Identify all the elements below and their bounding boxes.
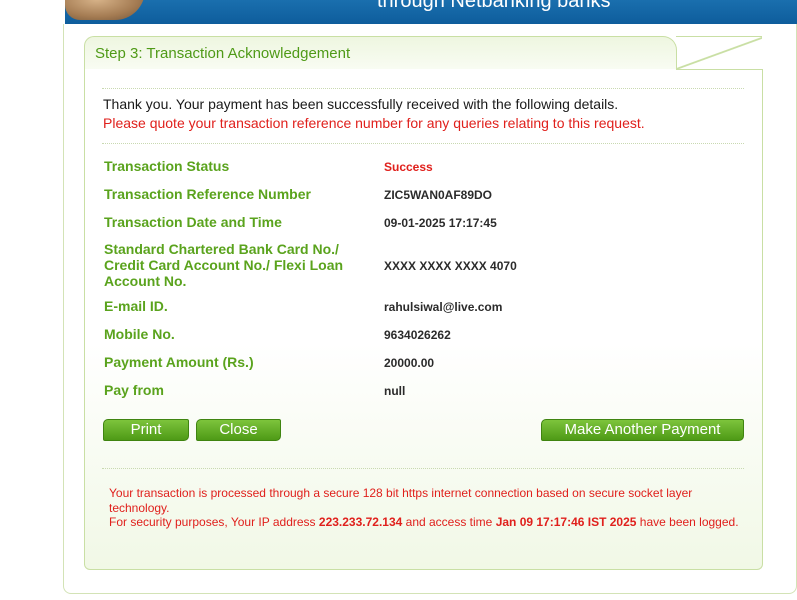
detail-label-mobile: Mobile No. [104,326,175,342]
step-tab: Step 3: Transaction Acknowledgement [84,36,677,70]
banner-image [65,0,145,20]
detail-value-pay-from: null [384,384,406,398]
detail-label-email: E-mail ID. [104,298,168,314]
detail-value-email: rahulsiwal@live.com [384,300,503,314]
header-banner: through Netbanking banks [65,0,797,24]
security-note-prefix: For security purposes, Your IP address [109,515,319,529]
close-button[interactable]: Close [196,419,281,441]
detail-value-card-number: XXXX XXXX XXXX 4070 [384,259,517,273]
divider [102,468,744,469]
detail-label-payment-amount: Payment Amount (Rs.) [104,354,254,370]
step-title: Step 3: Transaction Acknowledgement [95,45,351,62]
divider [102,88,744,89]
detail-label-card-number: Standard Chartered Bank Card No./ Credit… [104,241,344,289]
make-another-payment-button[interactable]: Make Another Payment [541,419,744,441]
ip-address: 223.233.72.134 [318,515,403,529]
divider [102,143,744,144]
security-note-suffix: have been logged. [636,515,739,529]
detail-label-date-time: Transaction Date and Time [104,214,282,230]
detail-label-transaction-status: Transaction Status [104,158,230,174]
access-time: Jan 09 17:17:46 IST 2025 [495,515,637,529]
security-note: Your transaction is processed through a … [109,486,739,530]
detail-label-reference-number: Transaction Reference Number [104,186,311,202]
print-button[interactable]: Print [103,419,189,441]
detail-value-transaction-status: Success [384,160,433,174]
security-note-line1: Your transaction is processed through a … [109,486,693,515]
detail-label-pay-from: Pay from [104,382,164,398]
detail-value-date-time: 09-01-2025 17:17:45 [384,216,497,230]
detail-value-reference-number: ZIC5WAN0AF89DO [384,188,493,202]
quote-reference-message: Please quote your transaction reference … [103,115,645,131]
thanks-message: Thank you. Your payment has been success… [103,96,619,112]
detail-value-payment-amount: 20000.00 [384,356,435,370]
security-note-mid: and access time [402,515,496,529]
banner-text: through Netbanking banks [377,0,611,12]
detail-value-mobile: 9634026262 [384,328,451,342]
panel-divider [676,69,763,70]
tab-decoration [676,36,762,70]
